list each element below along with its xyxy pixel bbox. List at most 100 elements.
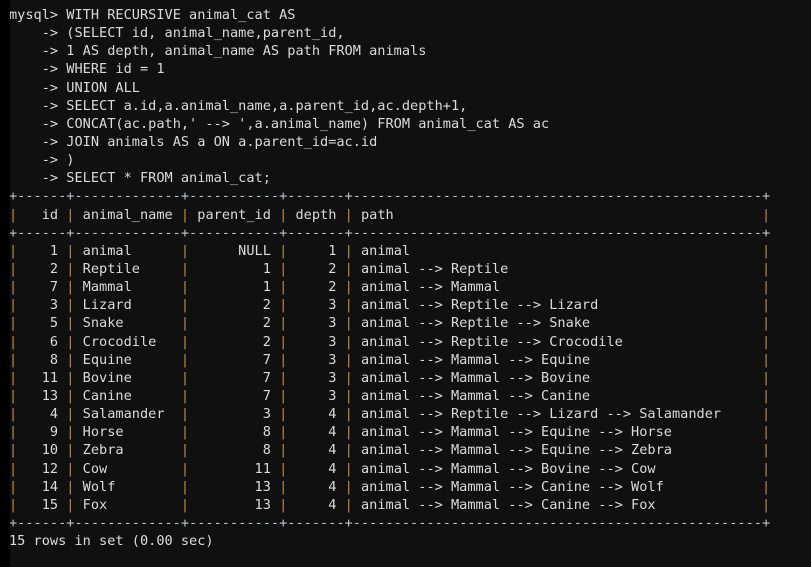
table-cell-parent_id: NULL [189,242,280,259]
table-pipe: | [762,297,771,314]
table-cell-id: 9 [17,424,67,441]
table-cell-parent_id: 8 [189,442,280,459]
table-pipe: | [762,279,771,296]
table-pipe: | [762,478,771,495]
table-cell-parent_id: 7 [189,387,280,404]
continuation-prompt: -> [9,61,67,78]
table-pipe: | [762,242,771,259]
table-top-rule: +------+-------------+-----------+------… [0,187,811,205]
table-pipe: | [762,460,771,477]
table-pipe: | [180,424,190,441]
table-cell-depth: 4 [287,424,345,441]
query-line-7: -> JOIN animals AS a ON a.parent_id=ac.i… [0,133,811,151]
table-cell-id: id [17,206,67,223]
table-pipe: | [9,478,18,495]
table-cell-depth: 4 [287,478,345,495]
table-rule: +------+-------------+-----------+------… [9,188,771,205]
table-row: | 13 | Canine | 7 | 3 | animal --> Mamma… [0,387,811,405]
table-cell-depth: 2 [287,279,345,296]
table-cell-path: animal --> Reptile --> Lizard --> Salama… [352,406,762,423]
query-text: JOIN animals AS a ON a.parent_id=ac.id [66,133,378,150]
terminal-window[interactable]: mysql> WITH RECURSIVE animal_cat AS -> (… [0,0,811,567]
table-pipe: | [344,460,353,477]
table-rule: +------+-------------+-----------+------… [9,224,771,241]
query-line-5: -> SELECT a.id,a.animal_name,a.parent_id… [0,97,811,115]
table-pipe: | [9,206,18,223]
table-pipe: | [762,333,771,350]
table-cell-parent_id: 3 [189,406,280,423]
table-cell-animal_name: Salamander [74,406,181,423]
status-line: 15 rows in set (0.00 sec) [0,532,811,550]
table-row: | 15 | Fox | 13 | 4 | animal --> Mammal … [0,496,811,514]
table-cell-depth: 2 [287,260,345,277]
table-cell-parent_id: 1 [189,279,280,296]
query-text: (SELECT id, animal_name,parent_id, [66,25,345,42]
continuation-prompt: -> [9,25,67,42]
table-cell-path: animal --> Mammal --> Bovine [352,369,762,386]
table-pipe: | [9,351,18,368]
table-pipe: | [180,387,190,404]
query-text: UNION ALL [66,79,140,96]
table-pipe: | [9,260,18,277]
table-cell-id: 7 [17,279,67,296]
table-cell-parent_id: 2 [189,333,280,350]
query-line-1: -> (SELECT id, animal_name,parent_id, [0,24,811,42]
table-cell-id: 1 [17,242,67,259]
table-cell-id: 8 [17,351,67,368]
table-cell-parent_id: 2 [189,315,280,332]
query-text: WHERE id = 1 [66,61,165,78]
table-cell-path: animal --> Mammal --> Bovine --> Cow [352,460,762,477]
table-cell-animal_name: Equine [74,351,181,368]
query-text: SELECT a.id,a.animal_name,a.parent_id,ac… [66,97,468,114]
table-row: | 11 | Bovine | 7 | 3 | animal --> Mamma… [0,369,811,387]
table-cell-parent_id: 13 [189,478,280,495]
table-cell-id: 2 [17,260,67,277]
continuation-prompt: -> [9,79,67,96]
query-text: ) [66,152,75,169]
table-cell-parent_id: 1 [189,260,280,277]
table-pipe: | [344,369,353,386]
table-row: | 7 | Mammal | 1 | 2 | animal --> Mammal… [0,278,811,296]
table-pipe: | [180,460,190,477]
table-cell-id: 10 [17,442,67,459]
table-row: | 4 | Salamander | 3 | 4 | animal --> Re… [0,405,811,423]
table-pipe: | [180,279,190,296]
table-cell-animal_name: Wolf [74,478,181,495]
query-line-0: mysql> WITH RECURSIVE animal_cat AS [0,6,811,24]
table-cell-depth: 3 [287,297,345,314]
table-pipe: | [762,315,771,332]
table-cell-path: animal --> Mammal --> Canine --> Wolf [352,478,762,495]
table-cell-depth: 3 [287,315,345,332]
table-cell-animal_name: animal [74,242,181,259]
table-cell-id: 3 [17,297,67,314]
table-cell-parent_id: 11 [189,460,280,477]
table-pipe: | [180,351,190,368]
table-cell-path: animal --> Mammal --> Canine --> Fox [352,496,762,513]
table-cell-id: 5 [17,315,67,332]
table-cell-animal_name: Cow [74,460,181,477]
table-pipe: | [762,442,771,459]
table-pipe: | [9,333,18,350]
table-cell-animal_name: Reptile [74,260,181,277]
table-cell-path: animal --> Mammal --> Equine --> Zebra [352,442,762,459]
table-row: | 1 | animal | NULL | 1 | animal | [0,242,811,260]
table-cell-parent_id: 7 [189,351,280,368]
query-line-9: -> SELECT * FROM animal_cat; [0,169,811,187]
table-pipe: | [180,406,190,423]
table-pipe: | [762,496,771,513]
table-pipe: | [344,333,353,350]
table-pipe: | [344,351,353,368]
table-pipe: | [180,260,190,277]
table-pipe: | [180,369,190,386]
table-cell-depth: 4 [287,460,345,477]
table-pipe: | [762,351,771,368]
query-line-2: -> 1 AS depth, animal_name AS path FROM … [0,42,811,60]
table-cell-path: animal --> Reptile --> Snake [352,315,762,332]
table-cell-depth: 4 [287,406,345,423]
table-cell-parent_id: parent_id [189,206,280,223]
query-text: WITH RECURSIVE animal_cat AS [66,7,296,23]
table-pipe: | [344,442,353,459]
table-pipe: | [762,206,771,223]
table-pipe: | [180,442,190,459]
table-pipe: | [344,260,353,277]
